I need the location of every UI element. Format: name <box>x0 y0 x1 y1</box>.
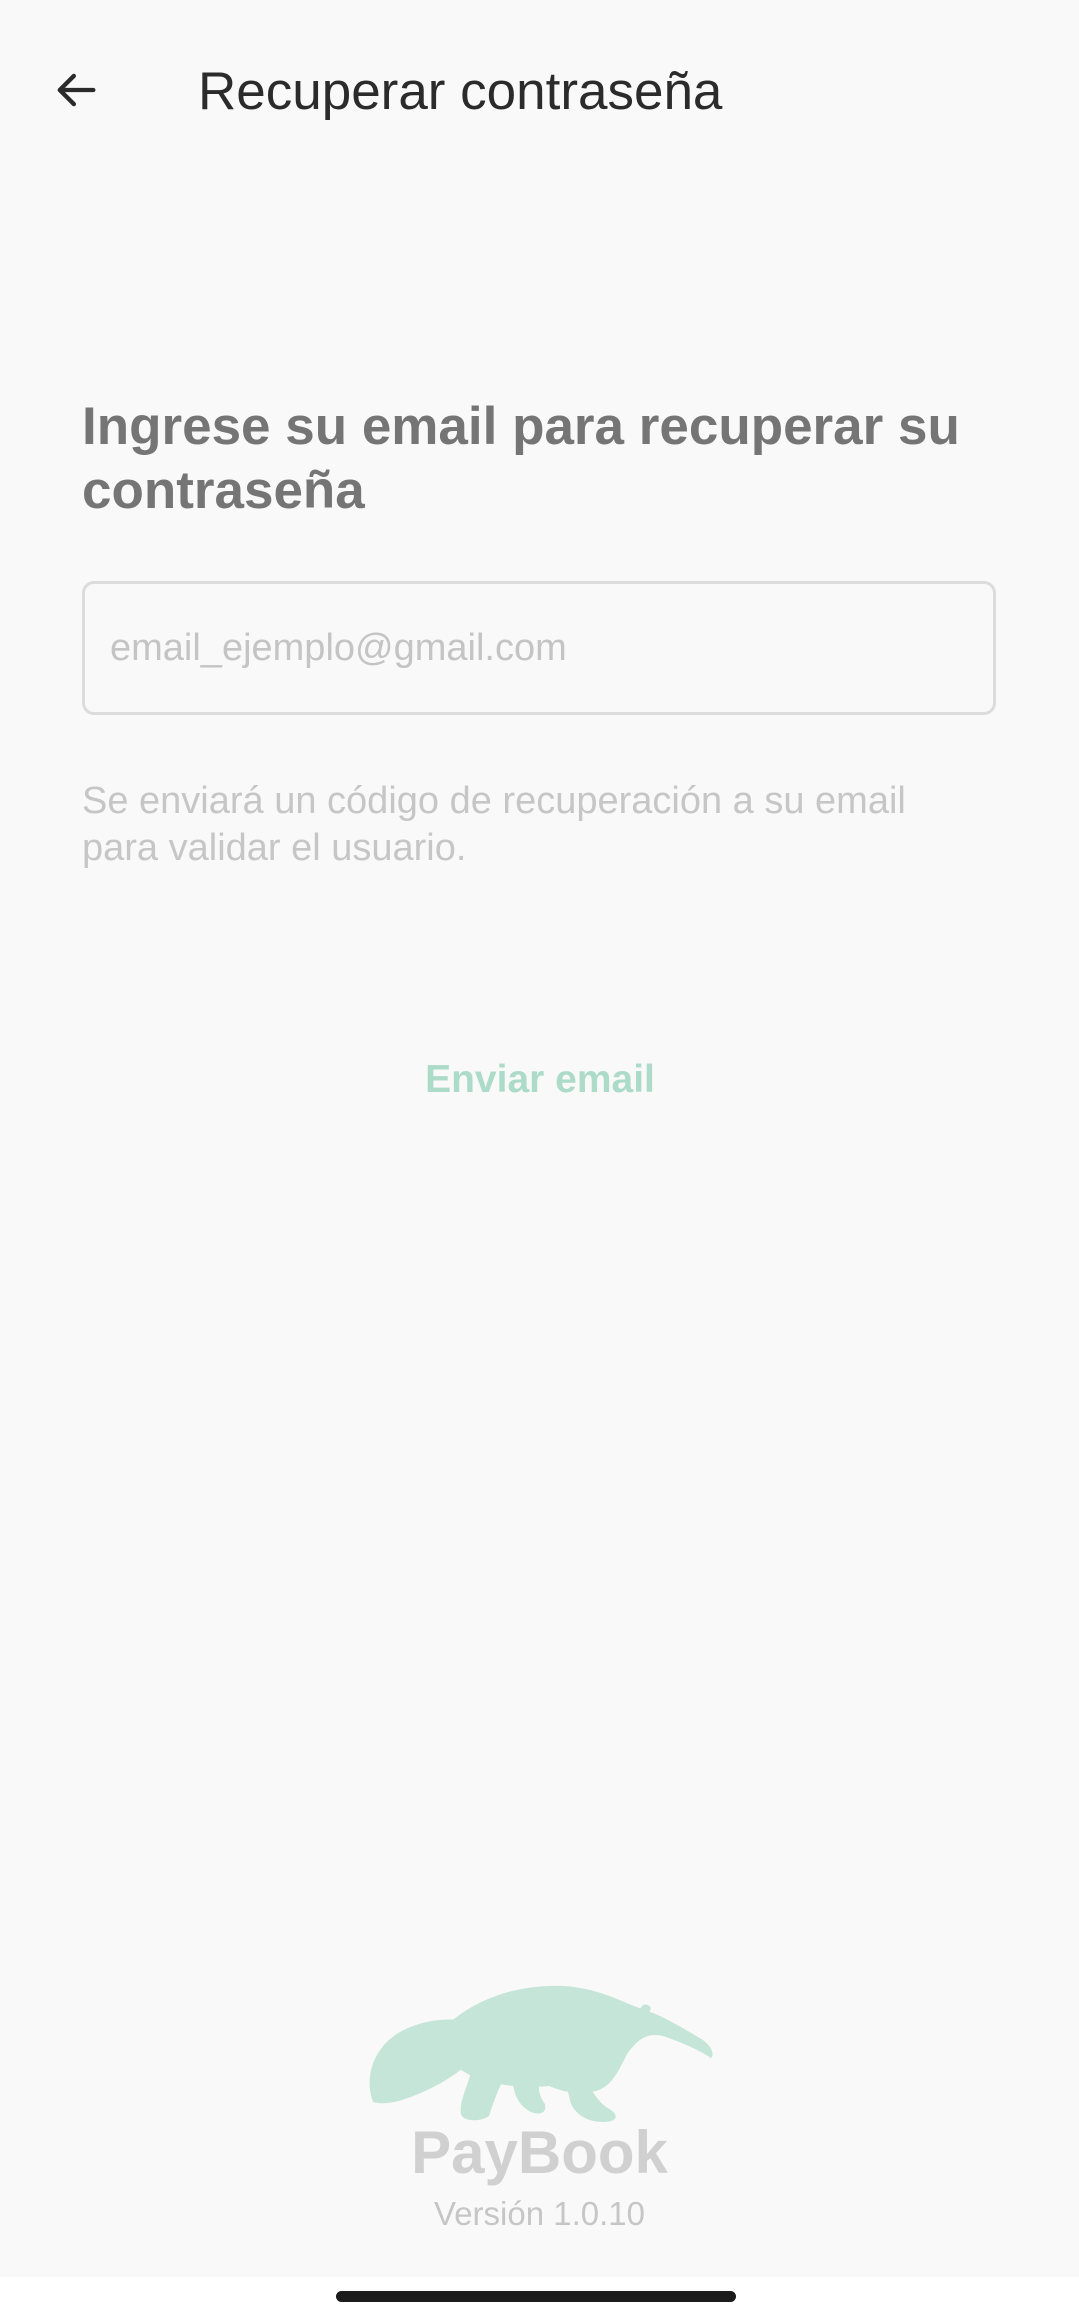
anteater-logo-icon <box>369 1985 713 2122</box>
email-input[interactable] <box>85 584 993 712</box>
app-version: Versión 1.0.10 <box>434 2195 645 2232</box>
send-email-button[interactable]: Enviar email <box>380 1040 700 1120</box>
app-bar: Recuperar contraseña <box>0 0 1079 185</box>
brand-name: PayBook <box>411 2119 668 2186</box>
gesture-handle[interactable] <box>336 2291 736 2302</box>
arrow-left-icon <box>57 73 96 107</box>
footer-branding: PayBook Versión 1.0.10 <box>0 1980 1079 2260</box>
password-recovery-screen: Recuperar contraseña Ingrese su email pa… <box>0 0 1079 2321</box>
helper-text: Se enviará un código de recuperación a s… <box>82 780 906 869</box>
back-button[interactable] <box>40 54 112 126</box>
page-title: Recuperar contraseña <box>198 62 723 121</box>
email-field[interactable] <box>82 581 996 715</box>
form-heading: Ingrese su email para recuperar su contr… <box>82 397 960 520</box>
